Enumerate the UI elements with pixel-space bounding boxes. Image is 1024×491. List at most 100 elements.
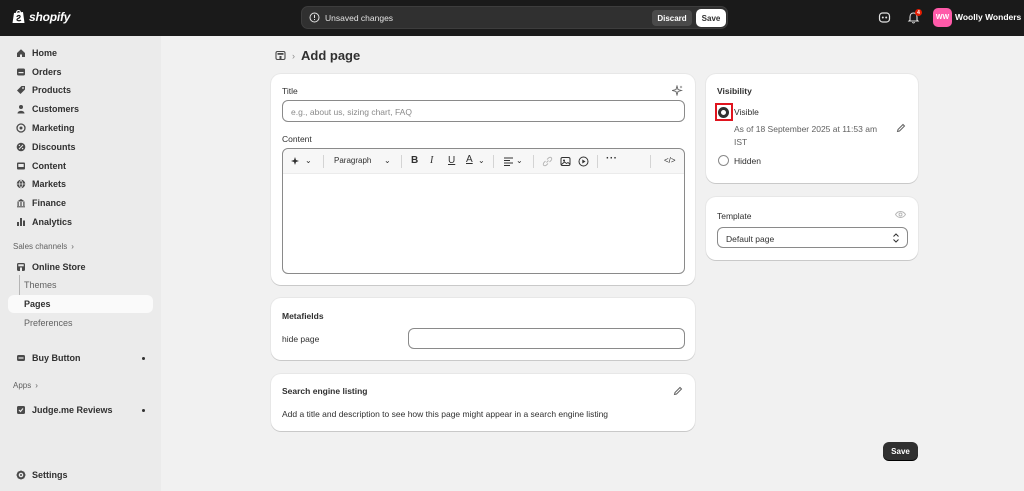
chevron-down-icon[interactable]: ⌄	[305, 156, 312, 165]
sidebar-item-online-store[interactable]: Online Store	[8, 258, 153, 276]
underline-icon[interactable]: U	[448, 155, 455, 166]
sidekick-icon[interactable]	[878, 11, 891, 24]
code-view-icon[interactable]: </>	[664, 156, 676, 165]
more-options-icon[interactable]: ···	[606, 153, 618, 164]
text-color-icon[interactable]: A	[466, 154, 473, 165]
sidebar-item-label: Themes	[24, 280, 57, 290]
visible-label[interactable]: Visible	[734, 107, 759, 117]
online-store-icon[interactable]	[275, 50, 286, 61]
orders-icon	[17, 68, 25, 76]
sidebar-item-preferences[interactable]: Preferences	[8, 314, 153, 332]
align-left-icon[interactable]	[503, 156, 514, 167]
sidebar-item-judge-me[interactable]: Judge.me Reviews	[8, 401, 153, 419]
sidebar-item-label: Finance	[32, 198, 67, 208]
shopify-bag-icon	[12, 10, 25, 23]
hidden-label[interactable]: Hidden	[734, 156, 761, 166]
save-button[interactable]: Save	[883, 442, 918, 460]
chevron-down-icon[interactable]: ⌄	[384, 156, 391, 165]
sparkle-icon[interactable]	[672, 85, 683, 96]
magic-sparkle-icon[interactable]	[291, 156, 302, 167]
metafields-card: Metafields hide page	[271, 298, 695, 360]
edit-pencil-icon[interactable]	[673, 386, 683, 396]
sidebar-item-analytics[interactable]: Analytics	[8, 213, 153, 231]
sidebar-item-label: Analytics	[32, 217, 73, 227]
sidebar-item-settings[interactable]: Settings	[8, 466, 153, 484]
marketing-icon	[16, 123, 26, 133]
eye-icon[interactable]	[895, 210, 906, 219]
sidebar-item-label: Buy Button	[32, 353, 81, 363]
sidebar-item-content[interactable]: Content	[8, 157, 153, 175]
avatar[interactable]: WW	[933, 8, 952, 27]
template-heading: Template	[717, 211, 752, 221]
shopify-logo[interactable]: shopify	[12, 9, 70, 24]
breadcrumb: › Add page	[275, 48, 360, 63]
hide-page-label: hide page	[282, 334, 320, 344]
image-icon[interactable]	[560, 156, 571, 167]
sidebar-item-customers[interactable]: Customers	[8, 100, 153, 118]
customers-icon	[17, 105, 25, 114]
sidebar-item-markets[interactable]: Markets	[8, 175, 153, 193]
edit-pencil-icon[interactable]	[896, 123, 906, 133]
toolbar-divider	[401, 155, 402, 168]
sidebar-item-finance[interactable]: Finance	[8, 194, 153, 212]
page-title: Add page	[301, 48, 361, 63]
alert-icon	[309, 12, 320, 23]
sidebar-item-themes[interactable]: Themes	[8, 276, 153, 294]
template-select[interactable]: Default page	[717, 227, 908, 248]
sidebar-item-label: Preferences	[24, 318, 73, 328]
select-chevrons-icon	[893, 233, 899, 243]
chevron-right-icon: ›	[71, 242, 74, 251]
italic-icon[interactable]: I	[430, 155, 433, 166]
sidebar-item-products[interactable]: Products	[8, 81, 153, 99]
apps-heading[interactable]: Apps ›	[13, 381, 38, 390]
save-button-top[interactable]: Save	[696, 9, 726, 27]
sidebar-item-home[interactable]: Home	[8, 44, 153, 62]
title-placeholder: e.g., about us, sizing chart, FAQ	[291, 107, 412, 117]
finance-icon	[17, 199, 25, 208]
sidebar-item-orders[interactable]: Orders	[8, 63, 153, 81]
bold-icon[interactable]: B	[411, 155, 418, 166]
unsaved-changes-text: Unsaved changes	[325, 13, 394, 23]
title-input[interactable]: e.g., about us, sizing chart, FAQ	[282, 100, 685, 122]
sidebar-item-label: Customers	[32, 104, 80, 114]
chevron-down-icon[interactable]: ⌄	[478, 156, 485, 165]
hidden-radio[interactable]	[718, 155, 729, 166]
top-bar: shopify Unsaved changes Discard Save 4 W…	[0, 0, 1024, 36]
template-card: Template Default page	[706, 197, 918, 260]
toolbar-divider	[323, 155, 324, 168]
video-icon[interactable]	[578, 156, 589, 167]
sidebar-item-marketing[interactable]: Marketing	[8, 119, 153, 137]
sidebar-item-label: Discounts	[32, 142, 76, 152]
title-label: Title	[282, 86, 298, 96]
visible-date-note: As of 18 September 2025 at 11:53 am	[734, 124, 878, 134]
sidebar-item-label: Home	[32, 48, 58, 58]
apps-label: Apps	[13, 381, 32, 390]
sidebar-item-label: Judge.me Reviews	[32, 405, 113, 415]
more-dot-icon	[142, 356, 145, 360]
sidebar: Home Orders Products Customers Marketing…	[0, 36, 161, 491]
sidebar-item-label: Marketing	[32, 123, 75, 133]
content-editor[interactable]: ⌄ Paragraph ⌄ B I U A ⌄ ⌄ ··· </>	[282, 148, 685, 274]
chevron-down-icon[interactable]: ⌄	[516, 156, 523, 165]
content-label: Content	[282, 134, 312, 144]
discounts-icon	[16, 142, 26, 152]
search-engine-listing-card: Search engine listing Add a title and de…	[271, 374, 695, 431]
toolbar-divider	[493, 155, 494, 168]
paragraph-format-select[interactable]: Paragraph	[334, 156, 371, 165]
sales-channels-heading[interactable]: Sales channels ›	[13, 242, 74, 251]
sidebar-item-discounts[interactable]: Discounts	[8, 138, 153, 156]
sidebar-item-label: Products	[32, 85, 72, 95]
visible-timezone-note: IST	[734, 137, 748, 147]
link-icon[interactable]	[542, 156, 553, 167]
sidebar-item-pages[interactable]: Pages	[8, 295, 153, 313]
sidebar-item-buy-button[interactable]: Buy Button	[8, 349, 153, 367]
content-icon	[17, 162, 25, 170]
store-name[interactable]: Woolly Wonders	[955, 12, 1021, 22]
chevron-right-icon: ›	[35, 381, 38, 390]
unsaved-changes-bar: Unsaved changes Discard Save	[301, 6, 728, 29]
seo-heading: Search engine listing	[282, 386, 368, 396]
toolbar-divider	[650, 155, 651, 168]
hide-page-input[interactable]	[408, 328, 685, 349]
gear-icon	[16, 470, 26, 480]
discard-button[interactable]: Discard	[652, 10, 692, 26]
